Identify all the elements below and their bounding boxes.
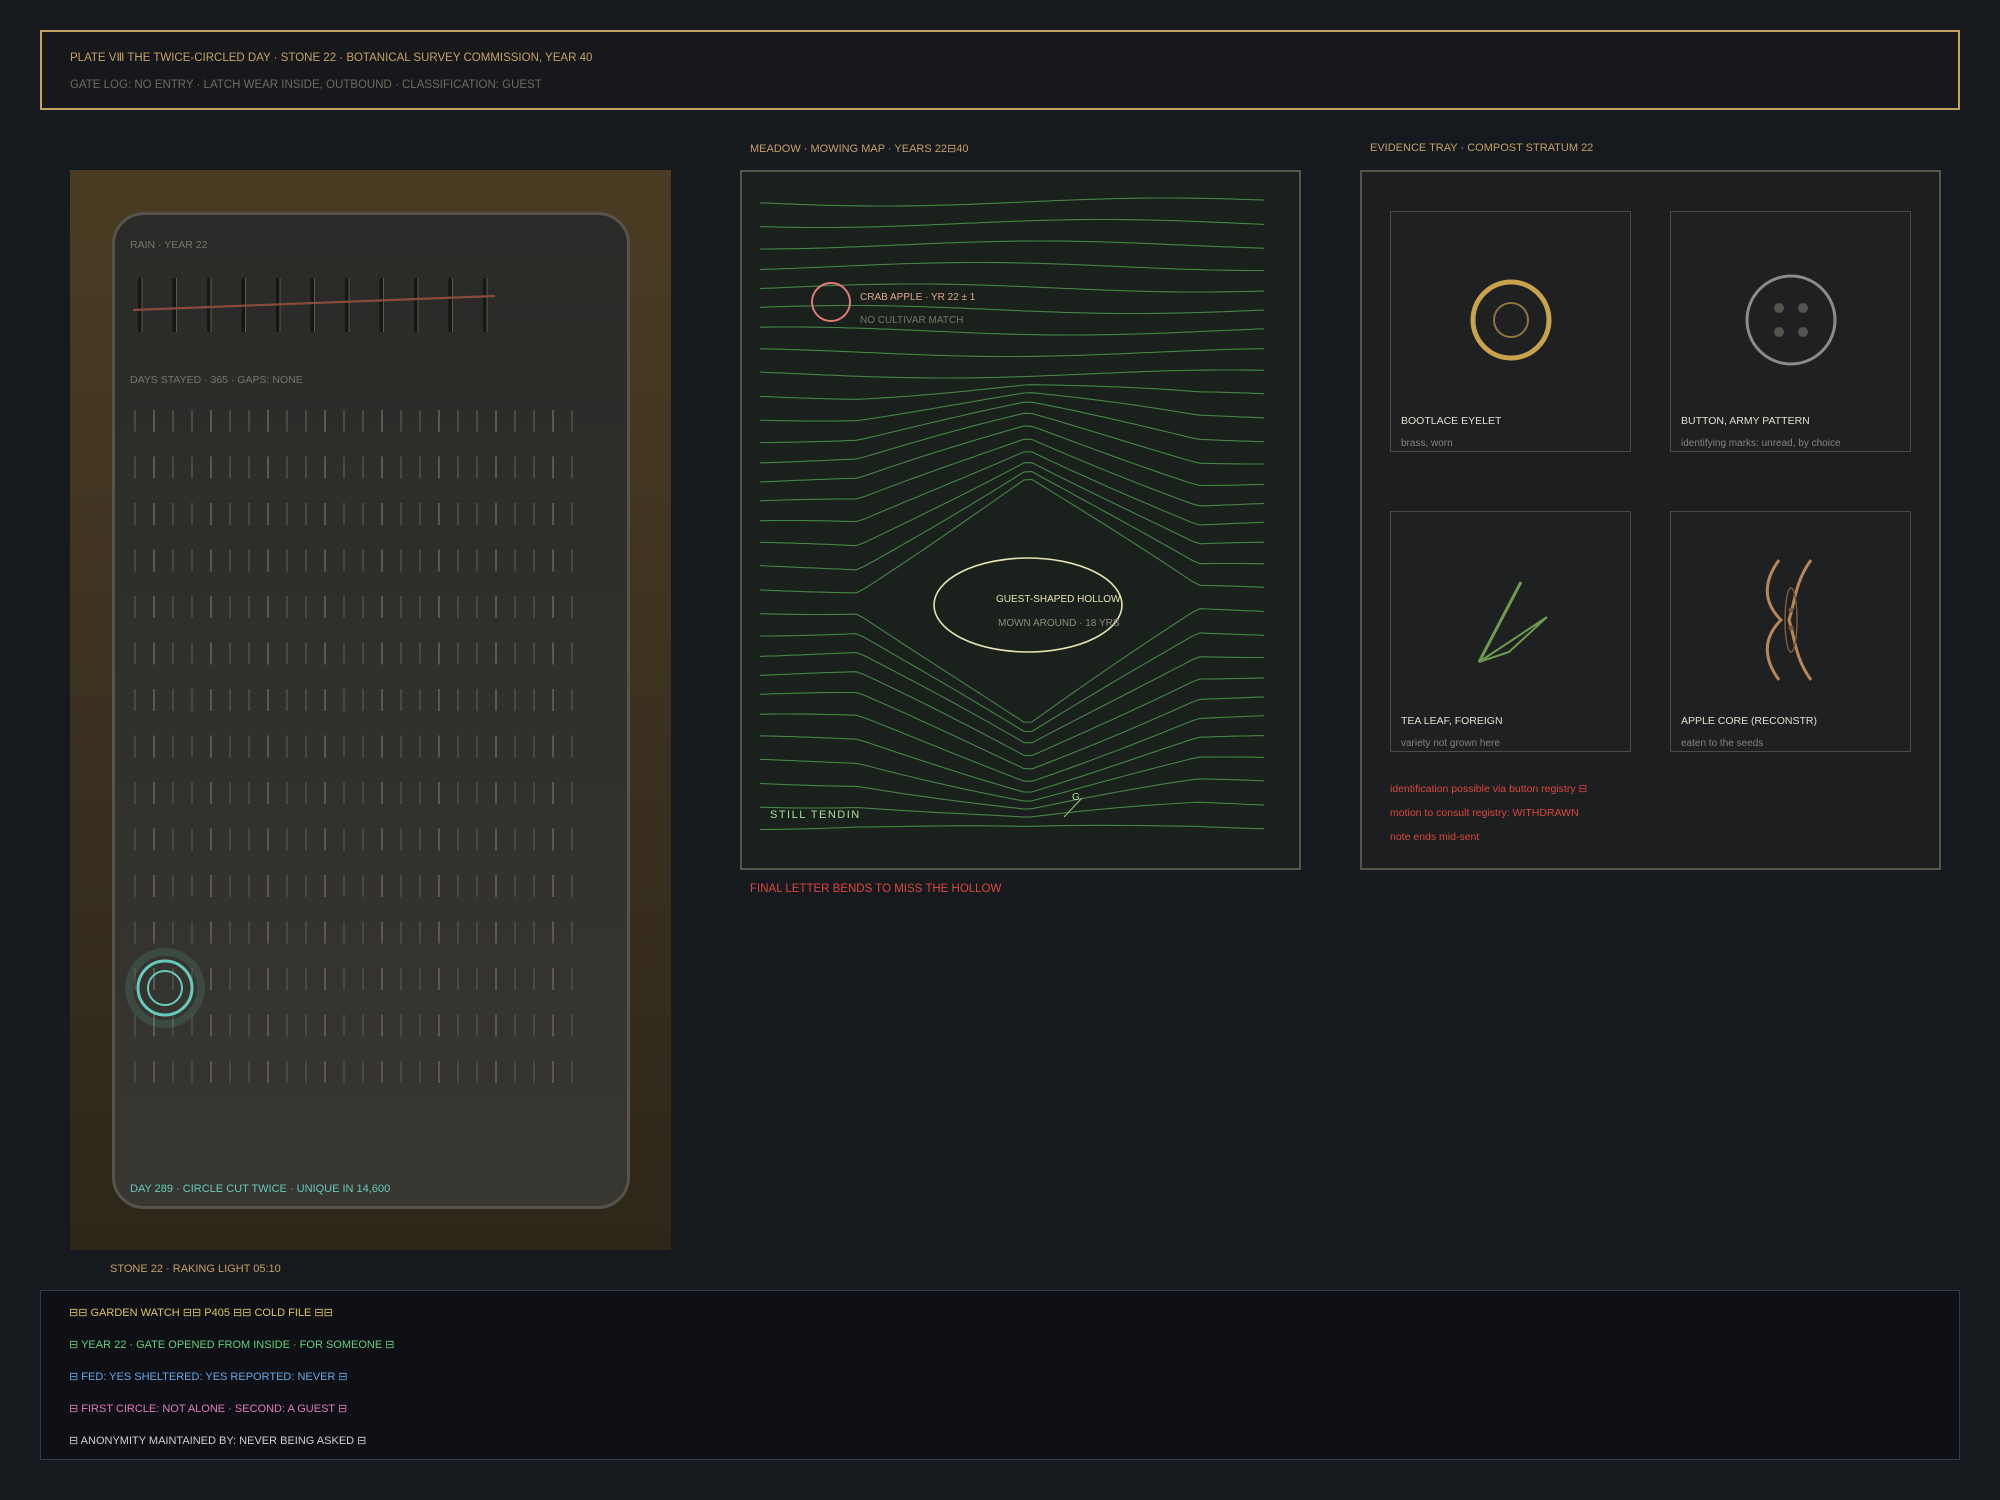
evidence-tray: BOOTLACE EYELET brass, worn BUTTON, ARMY…	[1360, 170, 1941, 870]
plate-header: PLATE VⅢ THE TWICE-CIRCLED DAY · STONE 2…	[40, 30, 1960, 110]
terminal-line: ⊟ ANONYMITY MAINTAINED BY: NEVER BEING A…	[69, 1435, 367, 1447]
header-subtitle: GATE LOG: NO ENTRY · LATCH WEAR INSIDE, …	[70, 79, 542, 91]
terminal-line: ⊟⊟ GARDEN WATCH ⊟⊟ P405 ⊟⊟ COLD FILE ⊟⊟	[69, 1307, 333, 1319]
meadow-map: CRAB APPLE · YR 22 ± 1 NO CULTIVAR MATCH…	[740, 170, 1301, 870]
hollow-sub: MOWN AROUND · 18 YRS	[998, 618, 1120, 629]
tray-title: EVIDENCE TRAY · COMPOST STRATUM 22	[1370, 142, 1594, 154]
evidence-card-button[interactable]: BUTTON, ARMY PATTERN identifying marks: …	[1670, 211, 1911, 452]
stone-tablet: RAIN · YEAR 22 DAYS STAYED · 365 · GAPS:…	[112, 212, 630, 1209]
evidence-name: TEA LEAF, FOREIGN	[1401, 715, 1503, 727]
stone-caption: STONE 22 · RAKING LIGHT 05:10	[110, 1263, 281, 1275]
tray-note: identification possible via button regis…	[1390, 783, 1588, 795]
rain-label: RAIN · YEAR 22	[130, 239, 208, 251]
stone-footer: DAY 289 · CIRCLE CUT TWICE · UNIQUE IN 1…	[130, 1183, 391, 1195]
evidence-card-apple-core[interactable]: APPLE CORE (RECONSTR) eaten to the seeds	[1670, 511, 1911, 752]
evidence-name: BOOTLACE EYELET	[1401, 415, 1502, 427]
evidence-desc: eaten to the seeds	[1681, 738, 1764, 749]
tray-note: note ends mid-sent	[1390, 831, 1480, 843]
crab-apple-sub: NO CULTIVAR MATCH	[860, 315, 964, 326]
header-title: PLATE VⅢ THE TWICE-CIRCLED DAY · STONE 2…	[70, 52, 593, 64]
evidence-card-tea-leaf[interactable]: TEA LEAF, FOREIGN variety not grown here	[1390, 511, 1631, 752]
evidence-desc: brass, worn	[1401, 438, 1453, 449]
evidence-name: APPLE CORE (RECONSTR)	[1681, 715, 1817, 727]
crab-apple-label: CRAB APPLE · YR 22 ± 1	[860, 292, 976, 303]
evidence-name: BUTTON, ARMY PATTERN	[1681, 415, 1810, 427]
evidence-card-eyelet[interactable]: BOOTLACE EYELET brass, worn	[1390, 211, 1631, 452]
hollow-label: GUEST-SHAPED HOLLOW	[996, 594, 1121, 605]
tray-note: motion to consult registry: WITHDRAWN	[1390, 807, 1579, 819]
terminal-line: ⊟ FED: YES SHELTERED: YES REPORTED: NEVE…	[69, 1371, 348, 1383]
evidence-desc: identifying marks: unread, by choice	[1681, 438, 1841, 449]
map-title: MEADOW · MOWING MAP · YEARS 22⊟40	[750, 143, 969, 155]
guest-hollow	[933, 557, 1123, 653]
terminal-line: ⊟ FIRST CIRCLE: NOT ALONE · SECOND: A GU…	[69, 1403, 348, 1415]
mown-text: STILL TENDIN	[770, 809, 861, 821]
map-marks	[811, 282, 1123, 818]
terminal-line: ⊟ YEAR 22 · GATE OPENED FROM INSIDE · FO…	[69, 1339, 395, 1351]
crab-apple-marker	[811, 282, 851, 322]
rain-tally	[132, 278, 496, 332]
circled-day-outer	[136, 959, 194, 1017]
stone-photo-panel: RAIN · YEAR 22 DAYS STAYED · 365 · GAPS:…	[70, 170, 671, 1250]
mown-letter: G	[1072, 792, 1080, 803]
circled-day-glow	[125, 948, 205, 1028]
cold-file-terminal: ⊟⊟ GARDEN WATCH ⊟⊟ P405 ⊟⊟ COLD FILE ⊟⊟ …	[40, 1290, 1960, 1460]
days-label: DAYS STAYED · 365 · GAPS: NONE	[130, 374, 303, 386]
evidence-desc: variety not grown here	[1401, 738, 1500, 749]
day-tally-grid	[125, 410, 573, 1083]
map-footer: FINAL LETTER BENDS TO MISS THE HOLLOW	[750, 883, 1002, 895]
